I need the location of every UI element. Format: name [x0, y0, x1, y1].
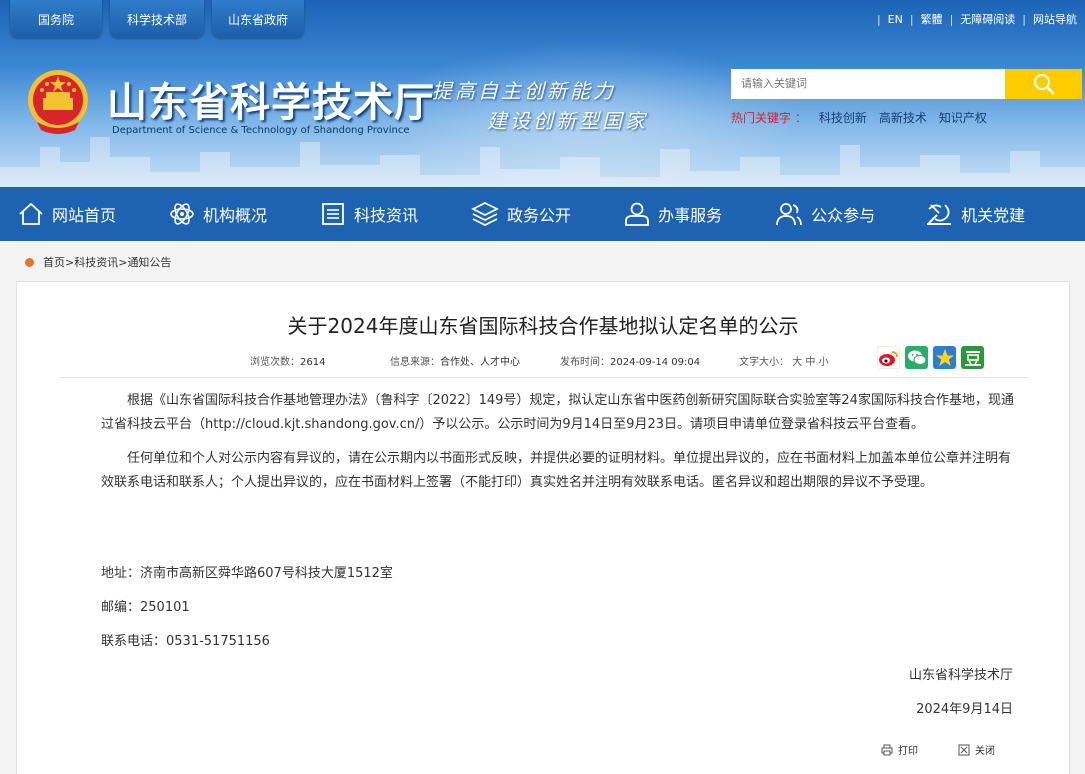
- article-views: 浏览次数：2614: [250, 353, 325, 368]
- nav-item-organization[interactable]: 机构概况: [169, 187, 267, 241]
- util-accessibility-link[interactable]: 无障碍阅读: [960, 11, 1015, 27]
- nav-label: 科技资讯: [354, 206, 419, 225]
- site-header: 国务院 科学技术部 山东省政府 | EN | 繁體 | 无障碍阅读 | 网站导航…: [0, 0, 1085, 187]
- util-traditional-link[interactable]: 繁體: [921, 11, 943, 27]
- signed-date: 2024年9月14日: [916, 702, 1013, 717]
- breadcrumb-separator: >: [65, 255, 75, 269]
- breadcrumb-separator: >: [118, 255, 128, 269]
- skyline-decoration: [0, 137, 1085, 187]
- slogan-line-2: 建设创新型国家: [487, 109, 648, 133]
- title-divider: [59, 377, 1029, 378]
- nav-item-tech-news[interactable]: 科技资讯: [320, 187, 418, 241]
- hot-keywords-label: 热门关键字 ：: [731, 111, 807, 125]
- nav-label: 机构概况: [203, 206, 268, 225]
- hot-keyword-item[interactable]: 知识产权: [939, 109, 987, 126]
- print-icon: [881, 744, 893, 755]
- home-icon: [19, 202, 43, 225]
- article-source: 信息来源：合作处、人才中心: [390, 353, 520, 368]
- nav-item-gov-affairs[interactable]: 政务公开: [471, 187, 571, 241]
- nav-label: 办事服务: [658, 206, 723, 225]
- nav-item-party[interactable]: 机关党建: [925, 187, 1025, 241]
- search-input[interactable]: [731, 69, 1005, 99]
- signer-name: 山东省科学技术厅: [908, 668, 1013, 683]
- breadcrumb-dot-icon: [25, 257, 34, 267]
- top-link-most[interactable]: 科学技术部: [110, 0, 204, 38]
- nav-label: 网站首页: [52, 206, 117, 225]
- source-label: 信息来源：: [390, 357, 440, 368]
- top-link-shandong-gov[interactable]: 山东省政府: [212, 0, 304, 38]
- nav-label: 机关党建: [961, 206, 1026, 225]
- article-panel: 关于2024年度山东省国际科技合作基地拟认定名单的公示 浏览次数：2614 信息…: [16, 281, 1070, 774]
- contact-address: 地址：济南市高新区舜华路607号科技大厦1512室: [101, 566, 393, 581]
- breadcrumb-notices[interactable]: 通知公告: [127, 254, 171, 270]
- util-sitemap-link[interactable]: 网站导航: [1033, 11, 1077, 27]
- share-qzone-button[interactable]: [933, 346, 956, 369]
- main-nav: 网站首页 机构概况 科技资讯 政务公开 办事服务 公众参与 机关党建: [0, 187, 1085, 241]
- breadcrumb: 首页 > 科技资讯 > 通知公告: [25, 254, 171, 270]
- time-value: 2024-09-14 09:04: [610, 357, 701, 368]
- util-english-link[interactable]: EN: [888, 13, 903, 26]
- layers-icon: [471, 202, 499, 226]
- share-wechat-button[interactable]: [905, 346, 928, 369]
- top-link-state-council[interactable]: 国务院: [10, 0, 102, 38]
- util-separator: |: [909, 12, 914, 26]
- nav-item-public[interactable]: 公众参与: [775, 187, 875, 241]
- util-separator: |: [876, 12, 881, 26]
- nav-label: 公众参与: [811, 206, 876, 225]
- national-emblem-icon: [28, 70, 88, 134]
- user-service-icon: [625, 202, 649, 226]
- views-value: 2614: [300, 357, 326, 368]
- util-separator: |: [949, 12, 954, 26]
- util-separator: |: [1022, 12, 1026, 26]
- fontsize-medium[interactable]: 中: [805, 357, 815, 368]
- contact-postcode: 邮编：250101: [101, 600, 190, 615]
- time-label: 发布时间：: [560, 357, 610, 368]
- source-value: 合作处、人才中心: [440, 357, 520, 368]
- fontsize-large[interactable]: 大: [792, 357, 802, 368]
- douban-icon: [964, 350, 981, 366]
- hot-keyword-item[interactable]: 高新技术: [879, 109, 927, 126]
- search-box: [731, 69, 1082, 99]
- contact-phone: 联系电话：0531-51751156: [101, 634, 270, 649]
- weibo-icon: [879, 350, 898, 366]
- top-links: 国务院 科学技术部 山东省政府: [10, 0, 304, 38]
- nav-item-home[interactable]: 网站首页: [18, 187, 116, 241]
- site-subtitle: Department of Science & Technology of Sh…: [112, 125, 410, 136]
- wechat-icon: [907, 350, 926, 365]
- breadcrumb-tech-news[interactable]: 科技资讯: [74, 254, 118, 270]
- share-weibo-button[interactable]: [877, 346, 900, 369]
- close-button[interactable]: 关闭: [958, 742, 995, 757]
- print-label: 打印: [898, 746, 918, 757]
- views-label: 浏览次数：: [250, 357, 300, 368]
- people-icon: [776, 203, 802, 226]
- utility-bar: | EN | 繁體 | 无障碍阅读 | 网站导航: [870, 11, 1077, 27]
- article-paragraph: 根据《山东省国际科技合作基地管理办法》（鲁科字〔2022〕149号）规定，拟认定…: [101, 393, 1014, 432]
- star-icon: [935, 348, 954, 366]
- article-body: 根据《山东省国际科技合作基地管理办法》（鲁科字〔2022〕149号）规定，拟认定…: [101, 389, 1015, 505]
- site-title: 山东省科学技术厅: [107, 79, 435, 126]
- party-icon: [927, 204, 952, 225]
- article-paragraph: 任何单位和个人对公示内容有异议的，请在公示期内以书面形式反映，并提供必要的证明材…: [101, 451, 1012, 490]
- font-size-control: 文字大小： 大 中 小: [739, 353, 829, 368]
- nav-label: 政务公开: [507, 206, 572, 225]
- nav-item-services[interactable]: 办事服务: [624, 187, 722, 241]
- fontsize-small[interactable]: 小: [819, 357, 829, 368]
- news-icon: [322, 203, 344, 225]
- breadcrumb-home[interactable]: 首页: [43, 254, 65, 270]
- hot-keywords: 热门关键字 ： 科技创新 高新技术 知识产权: [731, 109, 987, 126]
- close-icon: [958, 744, 970, 755]
- article-time: 发布时间：2024-09-14 09:04: [560, 353, 700, 368]
- print-button[interactable]: 打印: [881, 742, 918, 757]
- fontsize-label: 文字大小：: [739, 357, 789, 368]
- share-buttons: [877, 346, 984, 369]
- search-button[interactable]: [1005, 69, 1082, 99]
- hot-keyword-item[interactable]: 科技创新: [819, 109, 867, 126]
- share-douban-button[interactable]: [961, 346, 984, 369]
- slogan-line-1: 提高自主创新能力: [432, 79, 616, 103]
- atom-icon: [170, 203, 194, 225]
- search-icon: [1033, 74, 1054, 95]
- article-title: 关于2024年度山东省国际科技合作基地拟认定名单的公示: [287, 314, 799, 338]
- close-label: 关闭: [975, 746, 995, 757]
